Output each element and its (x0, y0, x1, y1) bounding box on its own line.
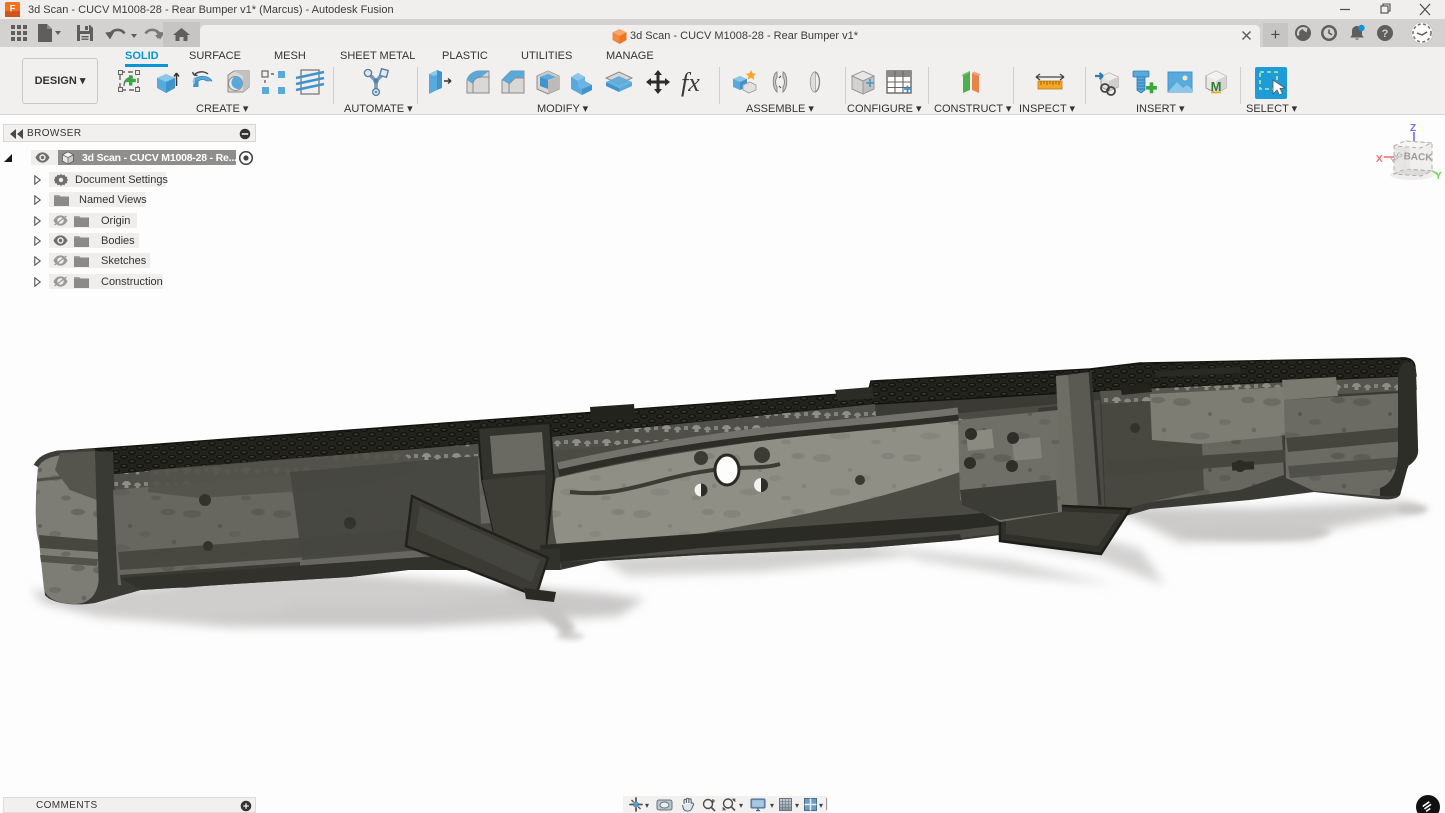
svg-text:?: ? (1382, 28, 1389, 40)
svg-text:F: F (10, 4, 16, 14)
svg-text:Y: Y (1435, 171, 1442, 182)
svg-text:Z: Z (1410, 123, 1416, 134)
svg-text:X: X (1376, 154, 1383, 165)
svg-text:BACK: BACK (1403, 151, 1433, 164)
